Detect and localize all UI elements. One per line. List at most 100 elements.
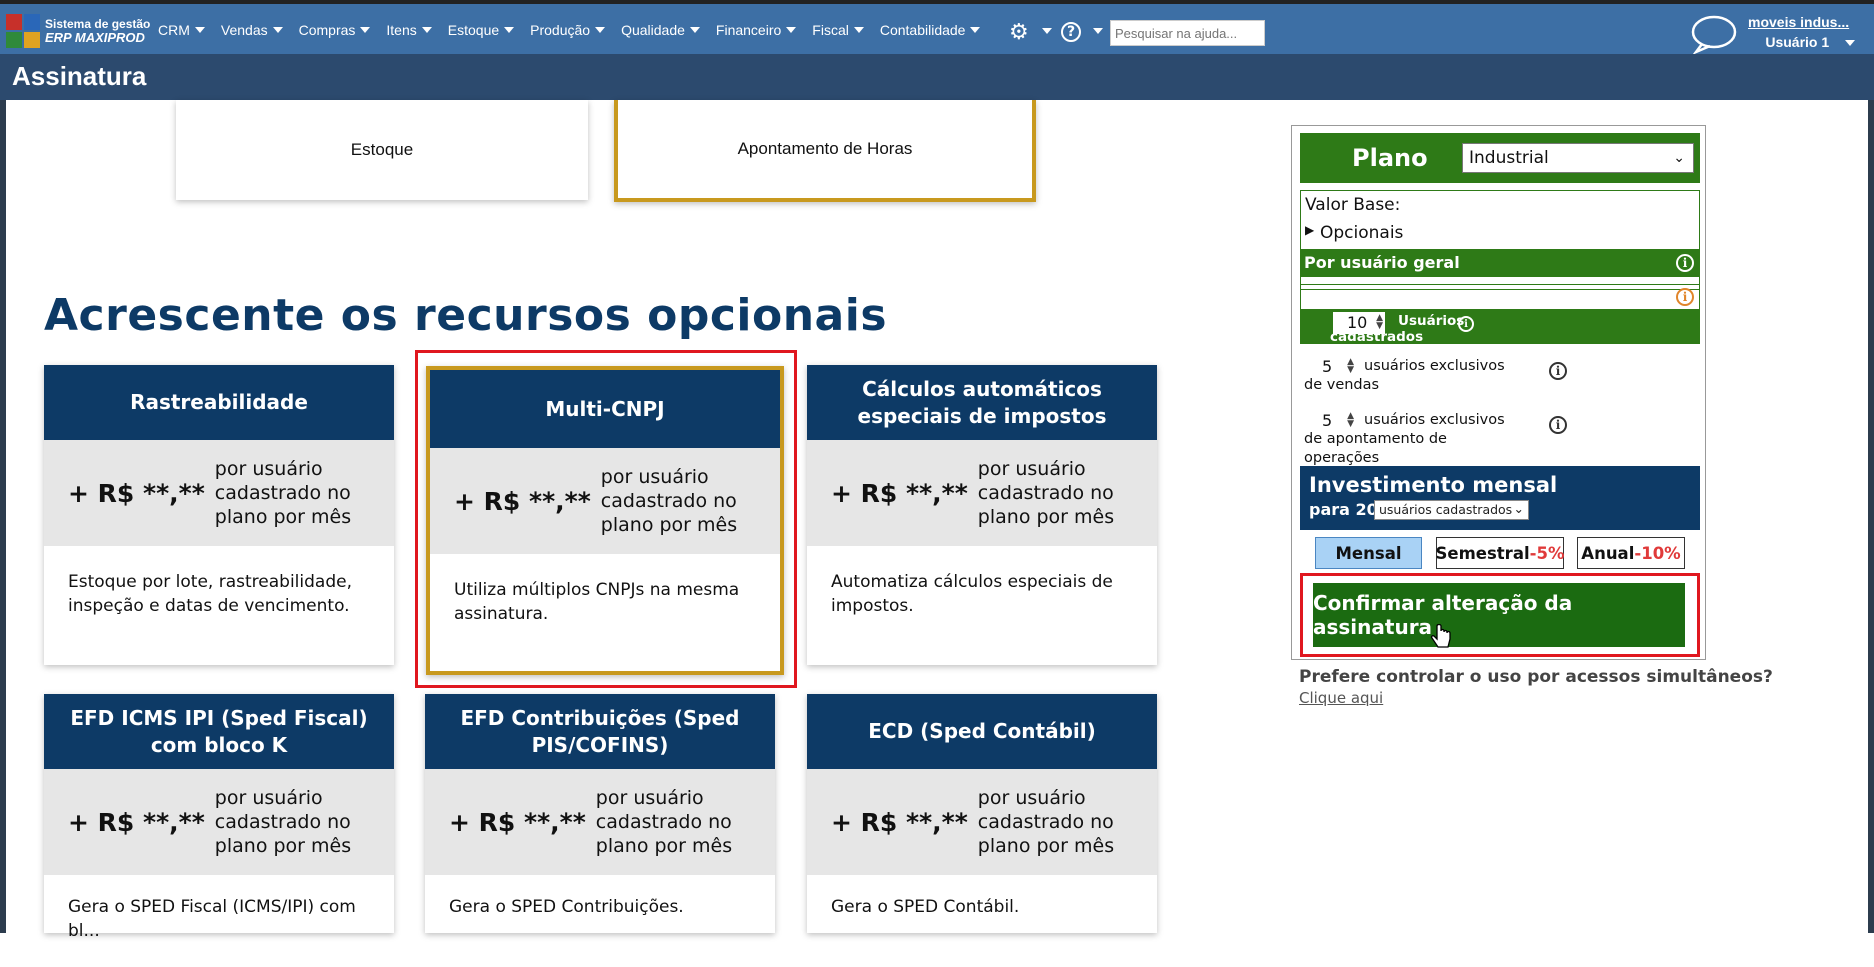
addon-card-efd-icms-ipi[interactable]: EFD ICMS IPI (Sped Fiscal) com bloco K +… [44, 694, 394, 941]
ops-users-label: usuários exclusivos de apontamento de op… [1304, 412, 1505, 466]
caret-down-icon [360, 27, 371, 33]
addon-card-calculos-impostos[interactable]: Cálculos automáticos especiais de impost… [807, 365, 1157, 665]
menu-label: Qualidade [621, 22, 685, 38]
period-annual-button[interactable]: Anual -10% [1577, 537, 1685, 569]
general-user-bar: Por usuário geral [1300, 249, 1700, 277]
chevron-down-icon: ⌄ [1513, 501, 1524, 516]
addon-price: + R$ **,** [454, 486, 591, 516]
info-icon[interactable]: i [1549, 416, 1567, 434]
caret-right-icon[interactable]: ▶ [1305, 223, 1314, 237]
addon-price: + R$ **,** [831, 478, 968, 508]
hand-cursor-icon [1430, 624, 1451, 648]
optional-resources-heading: Acrescente os recursos opcionais [44, 290, 888, 341]
caret-down-icon [194, 27, 205, 33]
addon-price-unit: por usuário cadastrado no plano por mês [977, 458, 1115, 528]
menu-fiscal[interactable]: Fiscal [812, 22, 864, 38]
menu-label: Vendas [220, 22, 268, 38]
info-icon[interactable]: i [1676, 254, 1694, 272]
right-frame-edge [1868, 100, 1874, 933]
help-caret-icon[interactable] [1093, 28, 1103, 34]
info-icon[interactable]: i [1549, 362, 1567, 380]
investment-select[interactable]: usuários cadastrados ⌄ [1374, 500, 1529, 520]
plan-label: Plano [1352, 144, 1428, 172]
menu-label: Contabilidade [879, 22, 966, 38]
addon-price-unit: por usuário cadastrado no plano por mês [595, 787, 733, 857]
confirm-label: Confirmar alteração da assinatura [1313, 591, 1573, 639]
optionals-toggle[interactable]: Opcionais [1320, 223, 1403, 243]
addon-card-title: ECD (Sped Contábil) [807, 694, 1157, 769]
menu-label: Produção [530, 22, 591, 38]
addon-card-title: Rastreabilidade [44, 365, 394, 440]
erp-logo[interactable]: Sistema de gestão ERP MAXIPROD [6, 14, 150, 48]
addon-card-multi-cnpj[interactable]: Multi-CNPJ + R$ **,** por usuário cadastr… [426, 366, 784, 675]
menu-vendas[interactable]: Vendas [221, 22, 283, 38]
simultaneous-access-link[interactable]: Clique aqui [1299, 689, 1383, 707]
help-search-input[interactable] [1110, 20, 1265, 46]
addon-card-efd-contribuicoes[interactable]: EFD Contribuições (Sped PIS/COFINS) + R$… [425, 694, 775, 933]
menu-compras[interactable]: Compras [299, 22, 371, 38]
addon-price: + R$ **,** [68, 478, 205, 508]
addon-price: + R$ **,** [831, 807, 968, 837]
main-menu: CRM Vendas Compras Itens Estoque Produçã… [158, 22, 996, 38]
logo-line-2: ERP MAXIPROD [45, 30, 145, 45]
menu-producao[interactable]: Produção [530, 22, 606, 38]
logo-line-1: Sistema de gestão [45, 17, 151, 31]
confirm-subscription-button[interactable]: Confirmar alteração da assinatura [1313, 583, 1685, 647]
settings-caret-icon[interactable] [1042, 28, 1052, 34]
menu-label: Compras [298, 22, 356, 38]
info-icon[interactable]: i [1458, 316, 1474, 332]
menu-itens[interactable]: Itens [386, 22, 432, 38]
period-semester-button[interactable]: Semestral -5% [1436, 537, 1564, 569]
period-discount: -5% [1529, 543, 1565, 563]
base-value-label: Valor Base: [1305, 195, 1401, 215]
general-user-label: Por usuário geral [1304, 253, 1460, 272]
menu-label: Estoque [447, 22, 500, 38]
period-label: Mensal [1335, 543, 1402, 563]
plan-selected-value: Industrial [1469, 148, 1549, 168]
addon-price-unit: por usuário cadastrado no plano por mês [214, 458, 352, 528]
menu-label: CRM [158, 22, 190, 38]
warning-info-icon[interactable]: i [1676, 288, 1694, 306]
company-link[interactable]: moveis indus... [1748, 14, 1849, 30]
caret-down-icon [421, 27, 432, 33]
menu-crm[interactable]: CRM [158, 22, 205, 38]
menu-label: Financeiro [715, 22, 782, 38]
sales-users-label: usuários exclusivos de vendas [1304, 358, 1505, 393]
addon-card-rastreabilidade[interactable]: Rastreabilidade + R$ **,** por usuário ca… [44, 365, 394, 665]
addon-description: Utiliza múltiplos CNPJs na mesma assinat… [454, 580, 740, 624]
addon-card-title: EFD ICMS IPI (Sped Fiscal) com bloco K [44, 694, 394, 769]
gear-icon[interactable]: ⚙ [1009, 22, 1029, 44]
period-monthly-button[interactable]: Mensal [1315, 537, 1422, 569]
menu-estoque[interactable]: Estoque [447, 22, 515, 38]
caret-down-icon [504, 27, 515, 33]
menu-financeiro[interactable]: Financeiro [715, 22, 797, 38]
general-users-label: Usuários cadastrados gerais [1330, 313, 1465, 361]
investment-for: para 20 [1309, 500, 1378, 519]
module-card-estoque[interactable]: Estoque [176, 100, 588, 200]
period-label: Anual [1581, 543, 1635, 563]
addon-card-title: Cálculos automáticos especiais de impost… [807, 365, 1157, 440]
chevron-down-icon: ⌄ [1673, 150, 1685, 166]
logo-icon [6, 14, 40, 48]
addon-price-unit: por usuário cadastrado no plano por mês [977, 787, 1115, 857]
addon-card-ecd[interactable]: ECD (Sped Contábil) + R$ **,** por usuári… [807, 694, 1157, 933]
menu-qualidade[interactable]: Qualidade [621, 22, 700, 38]
page-title: Assinatura [12, 61, 147, 91]
left-frame-edge [0, 100, 6, 933]
menu-contabilidade[interactable]: Contabilidade [880, 22, 981, 38]
investment-title: Investimento mensal [1309, 473, 1558, 497]
help-icon[interactable]: ? [1061, 22, 1081, 42]
addon-price-unit: por usuário cadastrado no plano por mês [600, 466, 738, 536]
general-user-price-box [1300, 284, 1700, 310]
caret-down-icon [689, 27, 700, 33]
period-discount: -10% [1634, 543, 1681, 563]
plan-select[interactable]: Industrial ⌄ [1462, 143, 1694, 173]
menu-label: Itens [386, 22, 417, 38]
account-caret-icon[interactable] [1845, 40, 1855, 46]
chat-icon[interactable] [1690, 14, 1738, 54]
menu-label: Fiscal [812, 22, 849, 38]
addon-description: Gera o SPED Fiscal (ICMS/IPI) com bl... [68, 897, 356, 941]
module-card-apontamento[interactable]: Apontamento de Horas [614, 100, 1036, 202]
account-menu[interactable]: moveis indus... Usuário 1 [1748, 14, 1849, 50]
plan-summary-panel: Plano Industrial ⌄ Valor Base: ▶ Opciona… [1291, 125, 1706, 660]
